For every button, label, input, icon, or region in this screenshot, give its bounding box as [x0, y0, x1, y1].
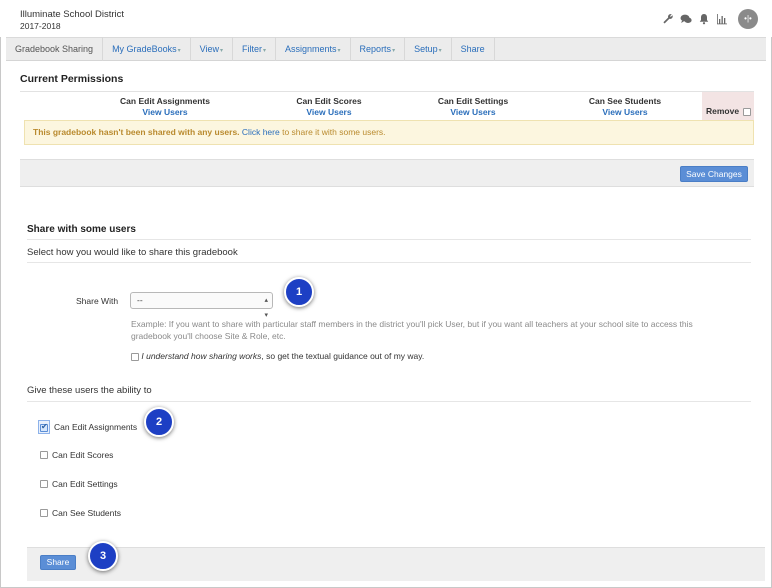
ability-see-students[interactable]: Can See Students	[40, 508, 121, 518]
nav-share[interactable]: Share	[452, 37, 495, 61]
ability-edit-scores[interactable]: Can Edit Scores	[40, 450, 113, 460]
ability-edit-settings[interactable]: Can Edit Settings	[40, 479, 118, 489]
caret-down-icon: ▾	[262, 48, 266, 54]
share-with-value: --	[137, 295, 143, 305]
nav-assignments[interactable]: Assignments▾	[276, 37, 351, 61]
nav-label: My GradeBooks	[112, 44, 177, 54]
ability-label: Can See Students	[52, 508, 121, 518]
perm-col-edit-assignments: Can Edit Assignments View Users	[110, 96, 220, 117]
gradebook-nav: Gradebook Sharing My GradeBooks▾ View▾ F…	[6, 37, 766, 61]
click-here-link[interactable]: Click here	[242, 127, 280, 137]
caret-down-icon: ▾	[219, 48, 223, 54]
divider	[27, 401, 751, 402]
view-users-link[interactable]: View Users	[570, 107, 680, 117]
nav-label: Setup	[414, 44, 438, 54]
view-users-link[interactable]: View Users	[274, 107, 384, 117]
remove-column-header: Remove	[702, 92, 754, 121]
save-changes-button[interactable]: Save Changes	[680, 166, 748, 182]
share-subtitle: Select how you would like to share this …	[27, 247, 238, 258]
window-frame	[0, 0, 772, 588]
chat-icon[interactable]	[680, 13, 692, 25]
caret-down-icon: ▾	[337, 48, 341, 54]
edit-scores-checkbox[interactable]	[40, 451, 48, 459]
see-students-checkbox[interactable]	[40, 509, 48, 517]
share-bar: Share	[27, 547, 765, 581]
perm-col-label: Can See Students	[588, 96, 662, 106]
alert-rest: to share it with some users.	[279, 127, 386, 137]
checkbox-focus-ring	[38, 420, 50, 434]
wrench-icon[interactable]	[662, 13, 674, 25]
view-users-link[interactable]: View Users	[418, 107, 528, 117]
ability-edit-assignments[interactable]: Can Edit Assignments	[38, 420, 137, 434]
nav-label: Assignments	[285, 44, 337, 54]
perm-col-label: Can Edit Scores	[296, 96, 362, 106]
nav-gradebook-sharing[interactable]: Gradebook Sharing	[6, 37, 104, 61]
nav-setup[interactable]: Setup▾	[405, 37, 452, 61]
no-users-alert: This gradebook hasn't been shared with a…	[24, 120, 754, 145]
perm-col-label: Can Edit Settings	[437, 96, 509, 106]
divider	[27, 239, 751, 240]
understand-rest: , so get the textual guidance out of my …	[261, 351, 425, 361]
nav-view[interactable]: View▾	[191, 37, 233, 61]
perm-col-edit-settings: Can Edit Settings View Users	[418, 96, 528, 117]
understand-checkbox[interactable]	[131, 352, 139, 361]
bar-chart-icon[interactable]	[716, 13, 728, 25]
share-help-text: Example: If you want to share with parti…	[131, 319, 693, 341]
district-name: Illuminate School District	[20, 9, 125, 20]
permissions-table-header: Can Edit Assignments View Users Can Edit…	[20, 91, 754, 121]
nav-label: Share	[460, 44, 485, 54]
divider	[27, 262, 751, 263]
callout-1: 1	[284, 277, 314, 307]
ability-label: Can Edit Scores	[52, 450, 114, 460]
view-users-link[interactable]: View Users	[110, 107, 220, 117]
nav-reports[interactable]: Reports▾	[351, 37, 406, 61]
nav-label: Gradebook Sharing	[15, 44, 94, 54]
alert-message: This gradebook hasn't been shared with a…	[33, 127, 240, 137]
school-year[interactable]: 2017-2018	[20, 21, 61, 31]
ability-label: Can Edit Settings	[52, 479, 118, 489]
perm-col-label: Can Edit Assignments	[120, 96, 210, 106]
nav-my-gradebooks[interactable]: My GradeBooks▾	[103, 37, 191, 61]
understand-italic: I understand how sharing works	[141, 351, 262, 361]
save-bar: Save Changes	[20, 159, 754, 187]
bell-icon[interactable]	[698, 13, 710, 25]
caret-down-icon: ▾	[438, 48, 442, 54]
ability-label: Can Edit Assignments	[54, 422, 138, 432]
nav-label: Reports	[359, 44, 392, 54]
ability-title: Give these users the ability to	[27, 385, 152, 396]
caret-down-icon: ▾	[392, 48, 396, 54]
user-avatar[interactable]: •|•	[738, 9, 758, 29]
remove-all-checkbox[interactable]	[743, 108, 751, 116]
share-section-title: Share with some users	[27, 224, 136, 235]
share-with-select[interactable]: -- ▴ ▾	[130, 292, 273, 319]
callout-3: 3	[88, 541, 118, 571]
callout-2: 2	[144, 407, 174, 437]
edit-assignments-checkbox[interactable]	[40, 422, 48, 432]
caret-down-icon: ▾	[177, 48, 181, 54]
nav-label: Filter	[241, 44, 262, 54]
edit-settings-checkbox[interactable]	[40, 480, 48, 488]
top-bar: Illuminate School District 2017-2018 •|•	[0, 0, 772, 37]
nav-filter[interactable]: Filter▾	[233, 37, 276, 61]
perm-col-edit-scores: Can Edit Scores View Users	[274, 96, 384, 117]
remove-label: Remove	[706, 106, 740, 116]
current-permissions-title: Current Permissions	[20, 73, 124, 85]
nav-label: View	[199, 44, 219, 54]
top-icons: •|•	[662, 9, 758, 29]
share-with-label: Share With	[76, 296, 119, 306]
share-button[interactable]: Share	[40, 555, 76, 570]
understand-row: I understand how sharing works, so get t…	[131, 351, 424, 361]
perm-col-see-students: Can See Students View Users	[570, 96, 680, 117]
